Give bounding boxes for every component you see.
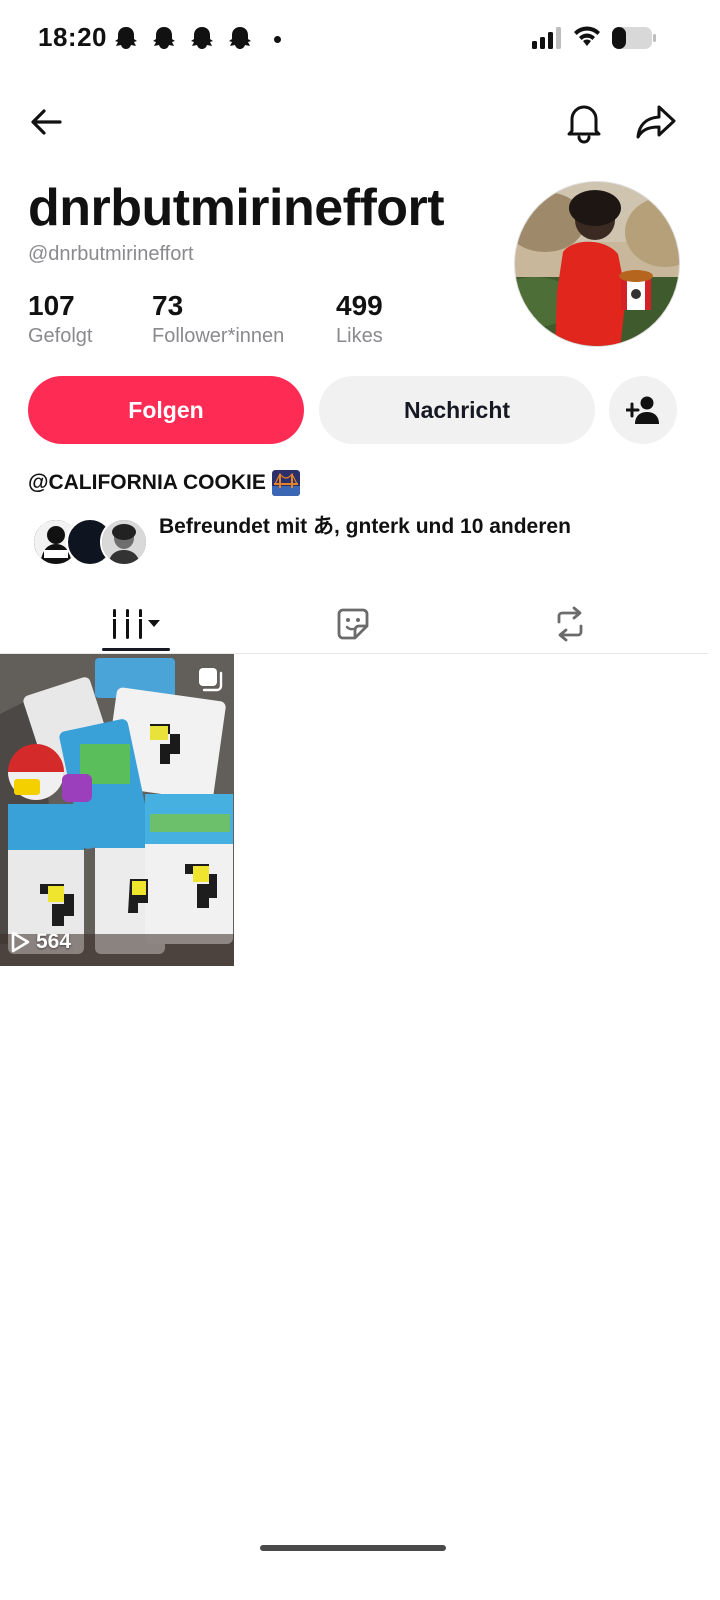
display-name: dnrbutmirineffort [28, 179, 445, 237]
followers-count[interactable]: 73 [152, 290, 183, 322]
tab-videos[interactable] [102, 596, 170, 652]
bio: @CALIFORNIA COOKIE [28, 470, 300, 496]
person-add-icon [626, 396, 659, 424]
add-friend-button[interactable] [609, 376, 677, 444]
following-count[interactable]: 107 [28, 290, 75, 322]
back-button[interactable] [24, 100, 68, 144]
dot-icon [274, 36, 281, 43]
status-time: 18:20 [38, 22, 107, 52]
bell-icon [567, 105, 601, 144]
friend-avatar [100, 518, 148, 566]
wifi-icon [574, 26, 600, 46]
share-button[interactable] [634, 100, 678, 144]
cellular-signal-icon [532, 27, 561, 49]
snapchat-ghost-icon [115, 27, 137, 49]
active-tab-indicator [102, 648, 170, 651]
tab-stickers[interactable] [325, 596, 381, 652]
mutual-friends-avatars[interactable] [32, 518, 148, 566]
share-arrow-icon [636, 105, 676, 139]
view-count-text: 564 [36, 930, 72, 953]
following-label[interactable]: Gefolgt [28, 325, 92, 348]
repost-icon [557, 606, 583, 642]
follow-button[interactable]: Folgen [28, 376, 304, 444]
bio-text: @CALIFORNIA COOKIE [28, 471, 266, 494]
mutual-friends-text[interactable]: Befreundet mit あ, gnterk und 10 anderen [159, 513, 579, 541]
snapchat-ghost-icon [229, 27, 251, 49]
bridge-at-night-icon [271, 470, 300, 496]
video-thumbnail[interactable] [0, 654, 234, 966]
arrow-left-icon [31, 109, 62, 135]
followers-label[interactable]: Follower*innen [152, 325, 284, 348]
sticker-icon [337, 608, 369, 640]
notifications-button[interactable] [562, 100, 606, 144]
tab-reposts[interactable] [542, 596, 598, 652]
avatar[interactable] [514, 181, 680, 347]
snapchat-ghost-icon [191, 27, 213, 49]
multi-image-icon [199, 668, 223, 692]
message-button[interactable]: Nachricht [319, 376, 595, 444]
likes-count: 499 [336, 290, 383, 321]
likes-label: Likes [336, 325, 383, 347]
grid-bars-icon [113, 609, 160, 639]
play-icon [11, 931, 30, 953]
video-view-count: 564 [10, 930, 71, 954]
username-handle: @dnrbutmirineffort [28, 243, 194, 265]
home-indicator[interactable] [260, 1545, 446, 1551]
snapchat-ghost-icon [153, 27, 175, 49]
battery-icon [612, 27, 656, 49]
